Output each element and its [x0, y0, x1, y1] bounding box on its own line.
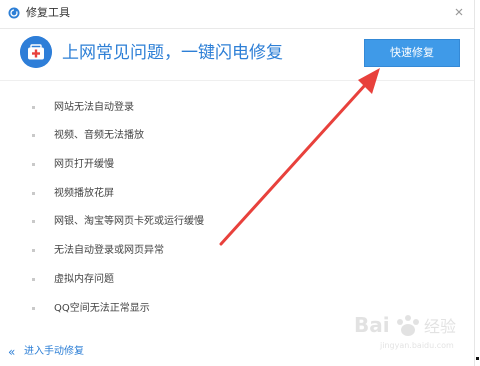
baidu-watermark: Bai 经验 jingyan.baidu.com	[354, 313, 456, 350]
svg-text:Bai: Bai	[354, 313, 390, 337]
bullet-icon	[32, 249, 35, 252]
title-divider	[0, 28, 474, 29]
title-bar: 修复工具	[0, 0, 474, 28]
issue-item: 视频、音频无法播放	[32, 128, 332, 144]
app-logo-icon	[8, 7, 20, 19]
bullet-icon	[32, 134, 35, 137]
issue-item: QQ空间无法正常显示	[32, 301, 332, 317]
issue-item: 网站无法自动登录	[32, 100, 332, 116]
bullet-icon	[32, 106, 35, 109]
close-icon[interactable]	[452, 5, 466, 19]
issue-label: 视频、音频无法播放	[54, 130, 144, 141]
bullet-icon	[32, 307, 35, 310]
issue-item: 无法自动登录或网页异常	[32, 243, 332, 259]
bullet-icon	[32, 163, 35, 166]
repair-tool-window: 修复工具 上网常见问题，一键闪电修复 快速修复 网站无法自动登录 视频、音频无法…	[0, 0, 475, 366]
headline: 上网常见问题，一键闪电修复	[62, 43, 283, 63]
issue-label: 无法自动登录或网页异常	[54, 245, 164, 256]
quick-fix-button[interactable]: 快速修复	[364, 39, 460, 67]
issue-label: QQ空间无法正常显示	[54, 303, 150, 314]
issue-label: 虚拟内存问题	[54, 274, 114, 285]
bullet-icon	[32, 192, 35, 195]
bullet-icon	[32, 220, 35, 223]
issue-item: 虚拟内存问题	[32, 272, 332, 288]
issue-item: 网银、淘宝等网页卡死或运行缓慢	[32, 214, 332, 230]
issue-label: 网页打开缓慢	[54, 159, 114, 170]
double-chevron-left-icon: «	[8, 345, 16, 359]
issue-item: 视频播放花屏	[32, 186, 332, 202]
bullet-icon	[32, 278, 35, 281]
issue-label: 视频播放花屏	[54, 188, 114, 199]
svg-text:jingyan.baidu.com: jingyan.baidu.com	[379, 341, 454, 350]
manual-repair-label: 进入手动修复	[24, 346, 84, 357]
issue-item: 网页打开缓慢	[32, 157, 332, 173]
window-title: 修复工具	[26, 6, 70, 19]
issue-label: 网站无法自动登录	[54, 102, 134, 113]
medical-kit-icon	[20, 36, 52, 68]
header-divider	[0, 80, 474, 81]
svg-text:经验: 经验	[424, 317, 456, 336]
issue-label: 网银、淘宝等网页卡死或运行缓慢	[54, 216, 204, 227]
